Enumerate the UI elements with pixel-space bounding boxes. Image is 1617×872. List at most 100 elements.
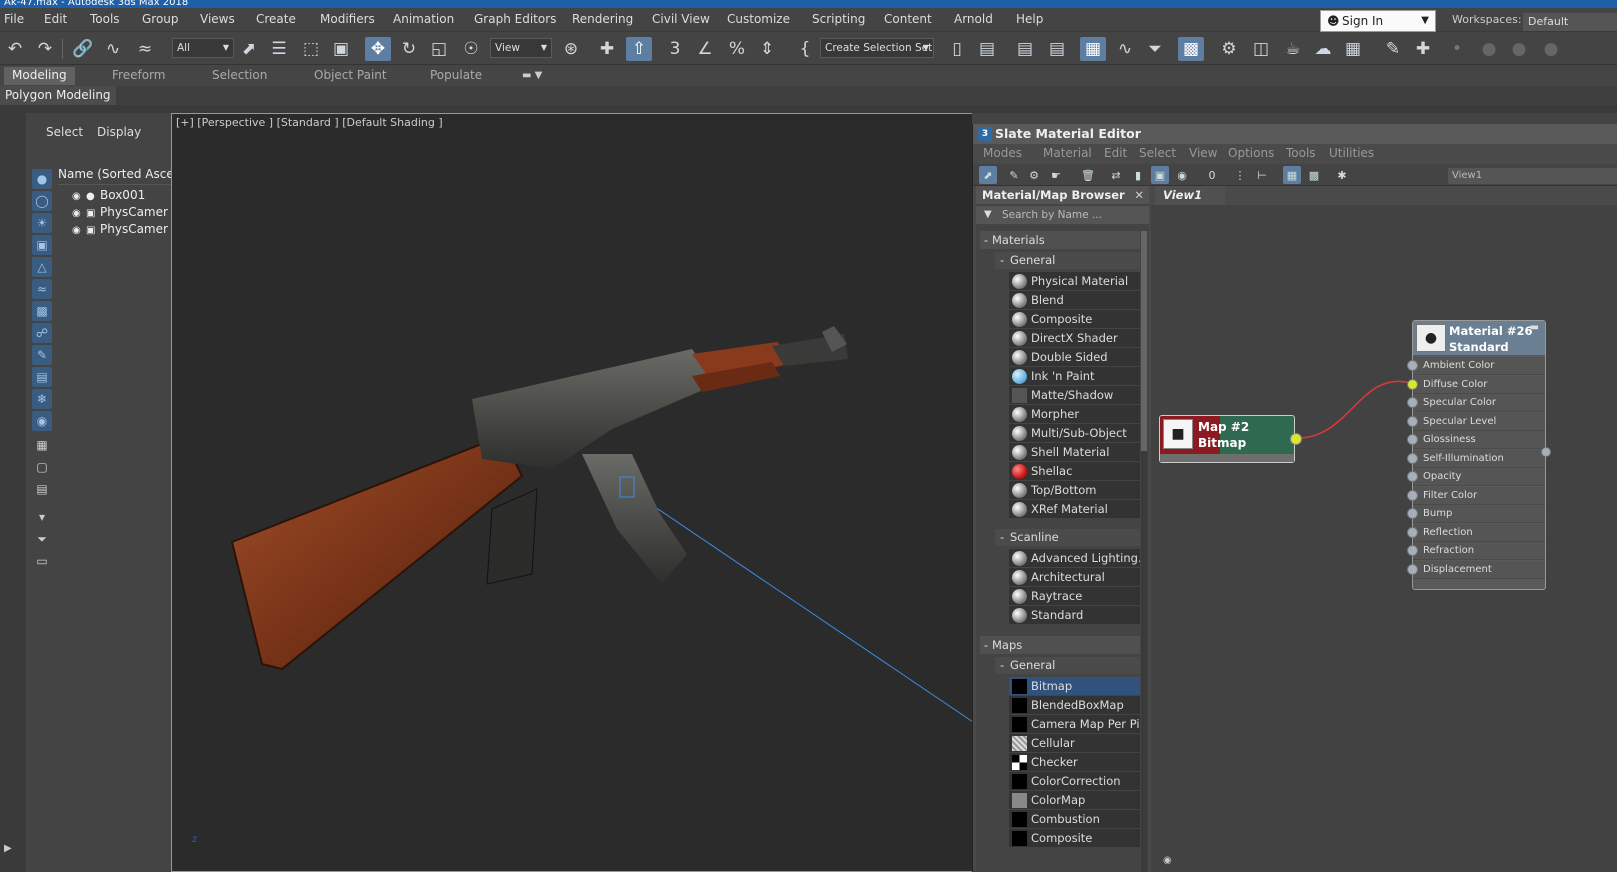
a360-gallery-icon[interactable]: ▦ xyxy=(1340,37,1366,61)
ribbon-options-icon[interactable]: ▬ ▼ xyxy=(522,70,542,81)
browser-item[interactable]: Shell Material xyxy=(1009,443,1140,462)
browser-item[interactable]: Blend xyxy=(1009,291,1140,310)
keyboard-shortcut-override-icon[interactable]: ⇧ xyxy=(626,37,652,61)
menu-views[interactable]: Views xyxy=(200,12,235,26)
scrollbar-thumb[interactable] xyxy=(1141,231,1147,451)
perspective-viewport[interactable]: [+] [Perspective ] [Standard ] [Default … xyxy=(171,113,972,872)
browser-item[interactable]: Standard xyxy=(1009,606,1140,625)
assign-material-icon[interactable]: ☛ xyxy=(1047,166,1065,184)
browser-item[interactable]: Morpher xyxy=(1009,405,1140,424)
edit-named-selection-icon[interactable]: { xyxy=(792,37,818,61)
browser-item[interactable]: Physical Material xyxy=(1009,272,1140,291)
subcategory-maps-general[interactable]: - General xyxy=(995,657,1140,674)
browser-item[interactable]: Composite xyxy=(1009,829,1140,848)
name-column-header[interactable]: Name (Sorted Asce xyxy=(58,167,171,185)
browser-item[interactable]: ColorCorrection xyxy=(1009,772,1140,791)
scene-row[interactable]: ◉ ▣ PhysCamer xyxy=(72,205,171,222)
material-editor-icon[interactable]: ▩ xyxy=(1178,37,1204,61)
sample-slot-icon[interactable]: 0 xyxy=(1203,166,1221,184)
render-production-icon[interactable]: ☕ xyxy=(1280,37,1306,61)
select-tool-icon[interactable]: ⬈ xyxy=(979,166,997,184)
browser-toggle-icon[interactable]: ▩ xyxy=(1305,166,1323,184)
window-crossing-icon[interactable]: ▣ xyxy=(328,37,354,61)
input-socket[interactable] xyxy=(1407,453,1418,464)
browser-item[interactable]: Ink 'n Paint xyxy=(1009,367,1140,386)
select-rotate-icon[interactable]: ↻ xyxy=(396,37,422,61)
spinner-snap-icon[interactable]: ⇕ xyxy=(754,37,780,61)
display-containers-icon[interactable]: ▤ xyxy=(32,367,52,387)
ribbon-tab-object-paint[interactable]: Object Paint xyxy=(314,68,387,82)
standard-material-node[interactable]: ● Material #26 Standard ▬ Ambient Color … xyxy=(1407,320,1551,590)
display-hidden-icon[interactable]: ◉ xyxy=(32,411,52,431)
browser-item[interactable]: Checker xyxy=(1009,753,1140,772)
menu-customize[interactable]: Customize xyxy=(727,12,790,26)
rendered-frame-window-icon[interactable]: ◫ xyxy=(1248,37,1274,61)
input-socket[interactable] xyxy=(1407,527,1418,538)
align-icon[interactable]: ▤ xyxy=(974,37,1000,61)
curve-editor-icon[interactable]: ∿ xyxy=(1112,37,1138,61)
options-triangle-icon[interactable]: ▼ xyxy=(984,206,992,224)
eye-icon[interactable]: ◉ xyxy=(72,191,86,202)
sort-icon[interactable]: ▾ xyxy=(32,507,52,527)
browser-item[interactable]: Camera Map Per Pixel xyxy=(1009,715,1140,734)
browser-search-input[interactable]: ▼ Search by Name ... xyxy=(976,206,1149,224)
render-setup-icon[interactable]: ⚙ xyxy=(1216,37,1242,61)
ribbon-tab-selection[interactable]: Selection xyxy=(212,68,267,82)
menu-content[interactable]: Content xyxy=(884,12,932,26)
select-place-icon[interactable]: ☉ xyxy=(458,37,484,61)
material-slot[interactable]: Self-Illumination xyxy=(1407,450,1545,468)
sme-menu-view[interactable]: View xyxy=(1189,146,1217,160)
browser-item-selected[interactable]: Bitmap xyxy=(1009,677,1140,696)
browser-scrollbar[interactable] xyxy=(1141,231,1147,872)
eye-icon[interactable]: ◉ xyxy=(72,225,86,236)
display-xrefs-icon[interactable]: ☍ xyxy=(32,323,52,343)
unlink-icon[interactable]: ∿ xyxy=(100,37,126,61)
input-socket[interactable] xyxy=(1407,360,1418,371)
material-slot[interactable]: Opacity xyxy=(1407,468,1545,486)
scene-tab-select[interactable]: Select xyxy=(46,125,83,139)
scene-row[interactable]: ◉ ● Box001 xyxy=(72,188,171,205)
display-groups-icon[interactable]: ▩ xyxy=(32,301,52,321)
display-helpers-icon[interactable]: △ xyxy=(32,257,52,277)
browser-item[interactable]: Cellular xyxy=(1009,734,1140,753)
display-bones-icon[interactable]: ✎ xyxy=(32,345,52,365)
input-socket[interactable] xyxy=(1407,508,1418,519)
sme-title-bar[interactable]: 3 Slate Material Editor xyxy=(973,124,1617,144)
subcategory-scanline[interactable]: - Scanline xyxy=(995,529,1140,546)
browser-item[interactable]: Combustion xyxy=(1009,810,1140,829)
ribbon-tab-modeling[interactable]: Modeling xyxy=(4,67,75,85)
material-slot[interactable]: Ambient Color xyxy=(1407,357,1545,375)
display-space-warps-icon[interactable]: ≈ xyxy=(32,279,52,299)
display-frozen-icon[interactable]: ❄ xyxy=(32,389,52,409)
snaps-toggle-icon[interactable]: 3 xyxy=(662,37,688,61)
menu-scripting[interactable]: Scripting xyxy=(812,12,865,26)
display-all-icon[interactable]: ▦ xyxy=(32,435,52,455)
browser-item[interactable]: Composite xyxy=(1009,310,1140,329)
display-shapes-icon[interactable]: ◯ xyxy=(32,191,52,211)
sme-menu-material[interactable]: Material xyxy=(1043,146,1092,160)
move-children-icon[interactable]: ⇄ xyxy=(1107,166,1125,184)
menu-civil-view[interactable]: Civil View xyxy=(652,12,710,26)
put-material-icon[interactable]: ⚙ xyxy=(1025,166,1043,184)
brush-icon[interactable]: ✎ xyxy=(1380,37,1406,61)
browser-item[interactable]: Architectural xyxy=(1009,568,1140,587)
input-socket[interactable] xyxy=(1407,545,1418,556)
menu-group[interactable]: Group xyxy=(142,12,179,26)
sme-menu-utilities[interactable]: Utilities xyxy=(1329,146,1374,160)
ribbon-tab-populate[interactable]: Populate xyxy=(430,68,482,82)
node-view-canvas[interactable]: ■ Map #2 Bitmap ● Material #26 Standard … xyxy=(1151,205,1617,872)
material-slot[interactable]: Specular Level xyxy=(1407,413,1545,431)
input-socket[interactable] xyxy=(1407,434,1418,445)
navigator-icon[interactable]: ✱ xyxy=(1333,166,1351,184)
filter-icon[interactable]: ⏷ xyxy=(32,529,52,549)
show-background-icon[interactable]: ◉ xyxy=(1173,166,1191,184)
rectangular-selection-icon[interactable]: ⬚ xyxy=(298,37,324,61)
ribbon-tab-freeform[interactable]: Freeform xyxy=(112,68,165,82)
material-slot[interactable]: Glossiness xyxy=(1407,431,1545,449)
browser-item[interactable]: Double Sided xyxy=(1009,348,1140,367)
mirror-icon[interactable]: ▯ xyxy=(944,37,970,61)
browser-item[interactable]: BlendedBoxMap xyxy=(1009,696,1140,715)
bitmap-map-node[interactable]: ■ Map #2 Bitmap xyxy=(1159,415,1302,463)
menu-modifiers[interactable]: Modifiers xyxy=(320,12,375,26)
angle-snap-icon[interactable]: ∠ xyxy=(692,37,718,61)
